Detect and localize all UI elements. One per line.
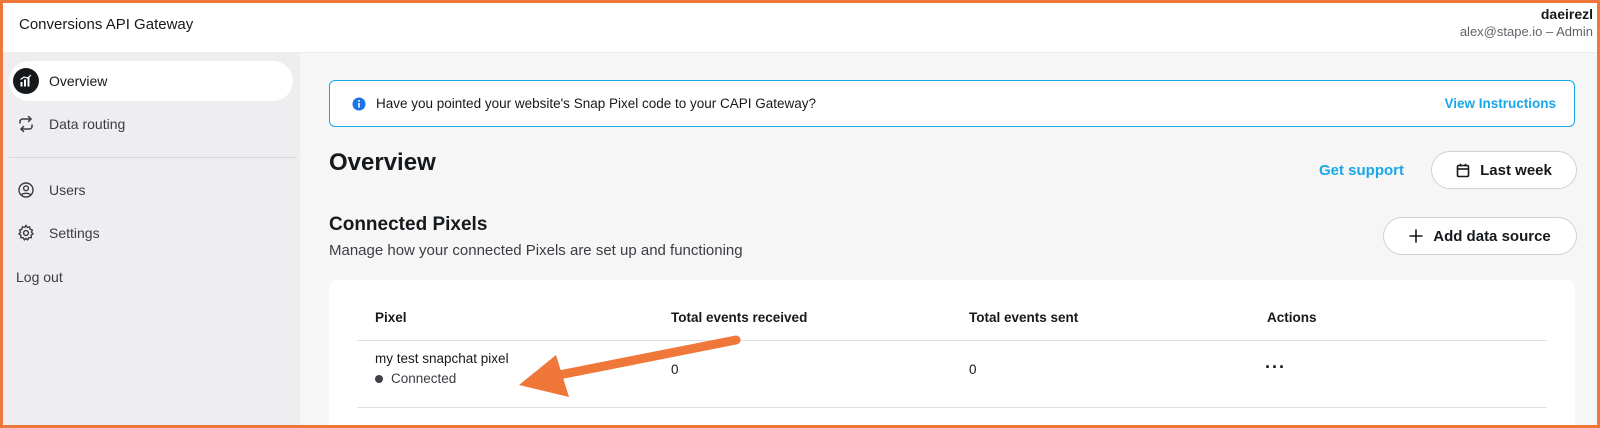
- user-name: daeirezl: [1540, 6, 1593, 22]
- calendar-icon: [1456, 163, 1470, 178]
- top-bar: Conversions API Gateway daeirezl alex@st…: [3, 3, 1597, 53]
- user-circle-icon: [13, 177, 39, 203]
- column-header-actions: Actions: [1267, 310, 1317, 325]
- status-badge: Connected: [375, 371, 456, 386]
- sidebar-item-label: Users: [49, 182, 86, 198]
- column-header-pixel: Pixel: [375, 310, 407, 325]
- logout-link[interactable]: Log out: [16, 269, 63, 285]
- swap-arrows-icon: [13, 111, 39, 137]
- view-instructions-link[interactable]: View Instructions: [1444, 96, 1556, 111]
- add-data-source-label: Add data source: [1433, 227, 1551, 245]
- events-sent-value: 0: [969, 362, 977, 377]
- info-icon: [352, 97, 366, 111]
- page-title: Overview: [329, 149, 436, 176]
- banner-message: Have you pointed your website's Snap Pix…: [376, 96, 817, 111]
- screenshot-frame: Conversions API Gateway daeirezl alex@st…: [0, 0, 1600, 428]
- sidebar-divider: [9, 157, 297, 158]
- add-data-source-button[interactable]: Add data source: [1383, 217, 1577, 255]
- section-title: Connected Pixels: [329, 214, 488, 235]
- sidebar-item-settings[interactable]: Settings: [9, 213, 293, 253]
- column-header-sent: Total events sent: [969, 310, 1079, 325]
- status-label: Connected: [391, 371, 457, 386]
- sidebar-item-data-routing[interactable]: Data routing: [9, 104, 293, 144]
- account-menu[interactable]: daeirezl alex@stape.io – Admin: [1460, 5, 1593, 41]
- get-support-link[interactable]: Get support: [1319, 162, 1404, 179]
- status-dot: [375, 374, 383, 383]
- sidebar-item-overview[interactable]: Overview: [9, 61, 293, 101]
- gear-icon: [13, 220, 39, 246]
- date-range-button[interactable]: Last week: [1431, 151, 1577, 189]
- sidebar-item-label: Overview: [49, 73, 108, 89]
- table-row-divider: [357, 407, 1547, 408]
- column-header-received: Total events received: [671, 310, 808, 325]
- sidebar-item-label: Settings: [49, 225, 100, 241]
- app-title: Conversions API Gateway: [19, 16, 194, 33]
- sidebar-item-users[interactable]: Users: [9, 170, 293, 210]
- more-actions-button[interactable]: ···: [1265, 358, 1286, 376]
- table-header-divider: [357, 340, 1547, 341]
- events-received-value: 0: [671, 362, 679, 377]
- section-subtitle: Manage how your connected Pixels are set…: [329, 242, 743, 259]
- pixels-table: Pixel Total events received Total events…: [329, 280, 1575, 425]
- sidebar: Overview Data routing Users Settings Log…: [3, 53, 300, 425]
- plus-icon: [1409, 229, 1424, 243]
- chart-bars-icon: [13, 68, 39, 94]
- info-banner: Have you pointed your website's Snap Pix…: [329, 80, 1575, 127]
- user-role: alex@stape.io – Admin: [1459, 24, 1593, 39]
- pixel-name: my test snapchat pixel: [375, 351, 509, 366]
- date-range-label: Last week: [1480, 161, 1552, 179]
- sidebar-item-label: Data routing: [49, 116, 126, 132]
